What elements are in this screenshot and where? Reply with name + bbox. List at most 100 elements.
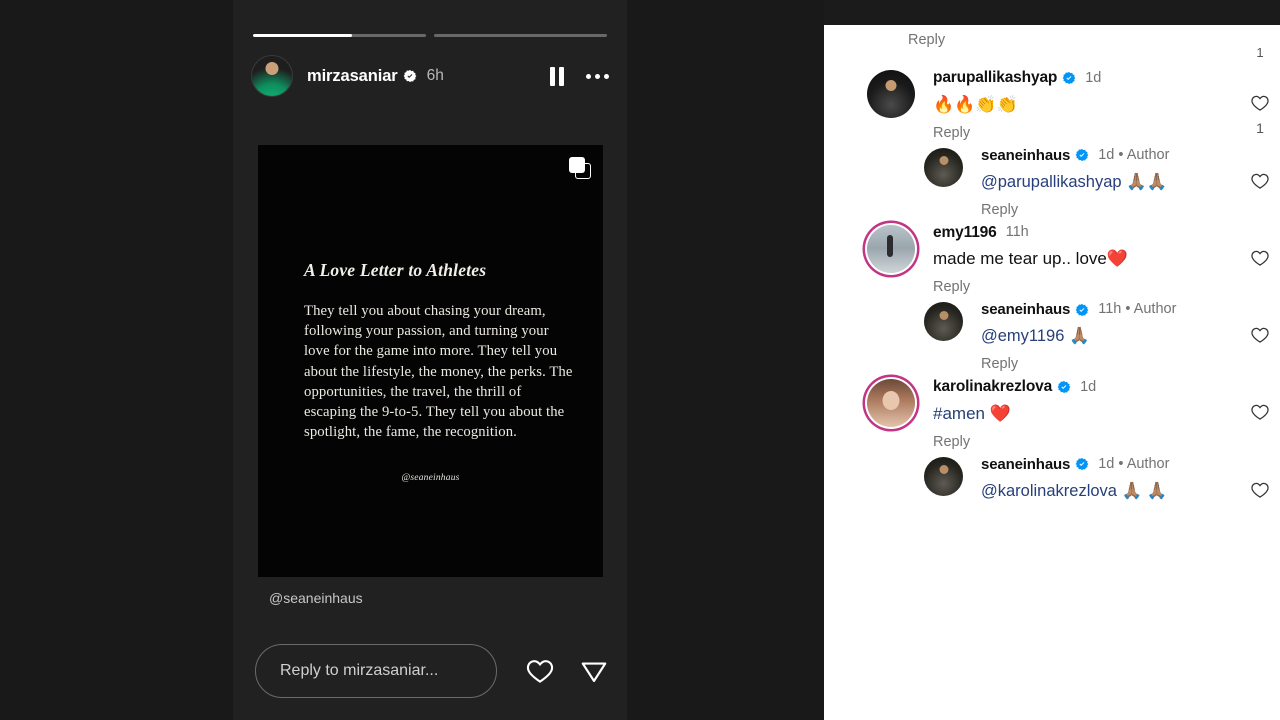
comment-avatar-wrap[interactable] — [874, 147, 963, 218]
reply-link[interactable]: Reply — [933, 125, 1240, 141]
comment-body: seaneinhaus 1d • Author @karolinakrezlov… — [963, 457, 1280, 502]
story-media-card[interactable]: A Love Letter to Athletes They tell you … — [258, 145, 603, 577]
verified-badge-icon — [1075, 303, 1089, 317]
avatar-image — [924, 456, 963, 496]
mention-link[interactable]: @karolinakrezlova — [981, 482, 1117, 500]
comment-like-control[interactable] — [1240, 402, 1280, 422]
story-panel: mirzasaniar 6h A Love Letter to Athletes… — [233, 0, 627, 720]
comment-text: made me tear up.. love❤️ — [933, 248, 1240, 270]
comment-username[interactable]: emy1196 — [933, 224, 997, 241]
comment-body: karolinakrezlova 1d #amen ❤️ Reply — [915, 379, 1280, 450]
verified-badge-icon — [1075, 457, 1089, 471]
comment-avatar-wrap[interactable] — [824, 224, 915, 296]
comment-body: seaneinhaus 1d • Author @parupallikashya… — [963, 148, 1280, 218]
comment-text-body: 🔥🔥👏👏 — [933, 94, 1018, 114]
pause-icon[interactable] — [550, 66, 564, 86]
avatar-emy1196[interactable] — [867, 224, 915, 273]
comment-item[interactable]: seaneinhaus 11h • Author @emy1196 🙏🏽 Rep… — [824, 295, 1280, 372]
comment-text: @karolinakrezlova 🙏🏽 🙏🏽 — [981, 480, 1240, 502]
comment-meta: 11h • Author — [1098, 301, 1177, 318]
mention-link[interactable]: @parupallikashyap — [981, 173, 1122, 191]
avatar-image — [252, 56, 292, 96]
reply-link[interactable]: Reply — [933, 434, 1240, 450]
comment-avatar-wrap[interactable] — [824, 379, 915, 450]
story-card-text-block: A Love Letter to Athletes They tell you … — [304, 260, 573, 442]
comment-avatar-wrap[interactable] — [824, 70, 915, 141]
comment-meta: 1d — [1080, 378, 1097, 395]
reply-link[interactable]: Reply — [981, 202, 1240, 218]
comment-meta: 1d • Author — [1098, 455, 1170, 472]
comment-header: emy1196 11h — [933, 224, 1240, 241]
avatar-seaneinhaus[interactable] — [924, 456, 963, 496]
story-username: mirzasaniar — [307, 66, 398, 85]
like-heart-icon[interactable] — [1249, 171, 1271, 191]
comment-text: @emy1196 🙏🏽 — [981, 325, 1240, 347]
comment-item[interactable]: parupallikashyap 1d 🔥🔥👏👏 Reply 1 — [824, 63, 1280, 141]
reply-link[interactable]: Reply — [981, 356, 1240, 372]
comment-partial-top: Reply 1 — [824, 25, 1280, 63]
avatar-image — [867, 70, 915, 118]
comment-text-body: 🙏🏽 🙏🏽 — [1116, 481, 1168, 500]
comment-header: seaneinhaus 11h • Author — [981, 302, 1240, 317]
multi-post-icon — [569, 157, 591, 179]
comment-like-control[interactable] — [1240, 171, 1280, 191]
comment-text-body: 🙏🏽 — [1064, 327, 1090, 345]
story-progress-bars — [253, 34, 607, 37]
comment-username[interactable]: seaneinhaus — [981, 302, 1070, 317]
avatar-seaneinhaus[interactable] — [924, 302, 963, 341]
like-count: 1 — [1256, 120, 1264, 136]
comment-username[interactable]: seaneinhaus — [981, 457, 1070, 472]
comment-like-control[interactable] — [1240, 480, 1280, 500]
mention-link[interactable]: @emy1196 — [981, 327, 1064, 345]
story-header: mirzasaniar 6h — [251, 55, 609, 97]
comment-username[interactable]: parupallikashyap — [933, 70, 1057, 86]
like-heart-icon[interactable] — [1249, 480, 1271, 500]
comment-header: parupallikashyap 1d — [933, 70, 1240, 86]
story-progress-segment-1[interactable] — [253, 34, 426, 37]
like-heart-icon[interactable] — [1249, 325, 1271, 345]
comment-item[interactable]: emy1196 11h made me tear up.. love❤️ Rep… — [824, 218, 1280, 296]
comments-panel[interactable]: Reply 1 parupallikashyap 1d 🔥🔥👏👏 Reply 1 — [824, 0, 1280, 720]
comment-item[interactable]: karolinakrezlova 1d #amen ❤️ Reply — [824, 372, 1280, 450]
story-actions — [550, 66, 609, 86]
story-progress-fill-1 — [253, 34, 352, 37]
partial-like-count: 1 — [1256, 45, 1264, 60]
comment-avatar-wrap[interactable] — [874, 302, 963, 372]
comment-avatar-wrap[interactable] — [874, 456, 963, 502]
story-attribution[interactable]: @seaneinhaus — [269, 590, 363, 606]
comment-username[interactable]: seaneinhaus — [981, 148, 1070, 163]
comment-like-control[interactable] — [1240, 248, 1280, 268]
avatar-parupallikashyap[interactable] — [867, 70, 915, 118]
comments-list: parupallikashyap 1d 🔥🔥👏👏 Reply 1 seanein… — [824, 63, 1280, 502]
avatar-mirzasaniar[interactable] — [251, 55, 293, 97]
more-options-icon[interactable] — [586, 73, 609, 79]
avatar-image — [867, 379, 915, 427]
avatar-karolinakrezlova[interactable] — [867, 379, 915, 427]
reply-link[interactable]: Reply — [908, 32, 945, 48]
story-username-block[interactable]: mirzasaniar — [307, 67, 417, 86]
paper-plane-icon[interactable] — [579, 656, 609, 686]
hashtag-link[interactable]: #amen — [933, 404, 985, 423]
like-heart-icon[interactable] — [1249, 402, 1271, 422]
story-progress-segment-2[interactable] — [434, 34, 607, 37]
story-viewer: mirzasaniar 6h A Love Letter to Athletes… — [0, 0, 824, 720]
comment-item[interactable]: seaneinhaus 1d • Author @karolinakrezlov… — [824, 450, 1280, 502]
comment-text: #amen ❤️ — [933, 403, 1240, 425]
story-card-title: A Love Letter to Athletes — [304, 260, 487, 280]
like-heart-icon[interactable] — [1249, 248, 1271, 268]
verified-badge-icon — [403, 69, 417, 83]
comment-item[interactable]: seaneinhaus 1d • Author @parupallikashya… — [824, 141, 1280, 218]
reply-input[interactable]: Reply to mirzasaniar... — [255, 644, 497, 698]
avatar-seaneinhaus[interactable] — [924, 147, 963, 187]
comment-body: parupallikashyap 1d 🔥🔥👏👏 Reply — [915, 70, 1280, 141]
story-card-signature: @seaneinhaus — [401, 473, 460, 483]
like-heart-icon[interactable] — [1249, 93, 1271, 113]
comment-text-body: made me tear up.. love❤️ — [933, 249, 1129, 268]
comment-like-control[interactable] — [1240, 325, 1280, 345]
comment-username[interactable]: karolinakrezlova — [933, 379, 1052, 395]
comment-like-control[interactable]: 1 — [1240, 93, 1280, 136]
heart-icon[interactable] — [525, 656, 555, 686]
verified-badge-icon — [1075, 148, 1089, 162]
comment-header: seaneinhaus 1d • Author — [981, 148, 1240, 163]
reply-link[interactable]: Reply — [933, 279, 1240, 295]
